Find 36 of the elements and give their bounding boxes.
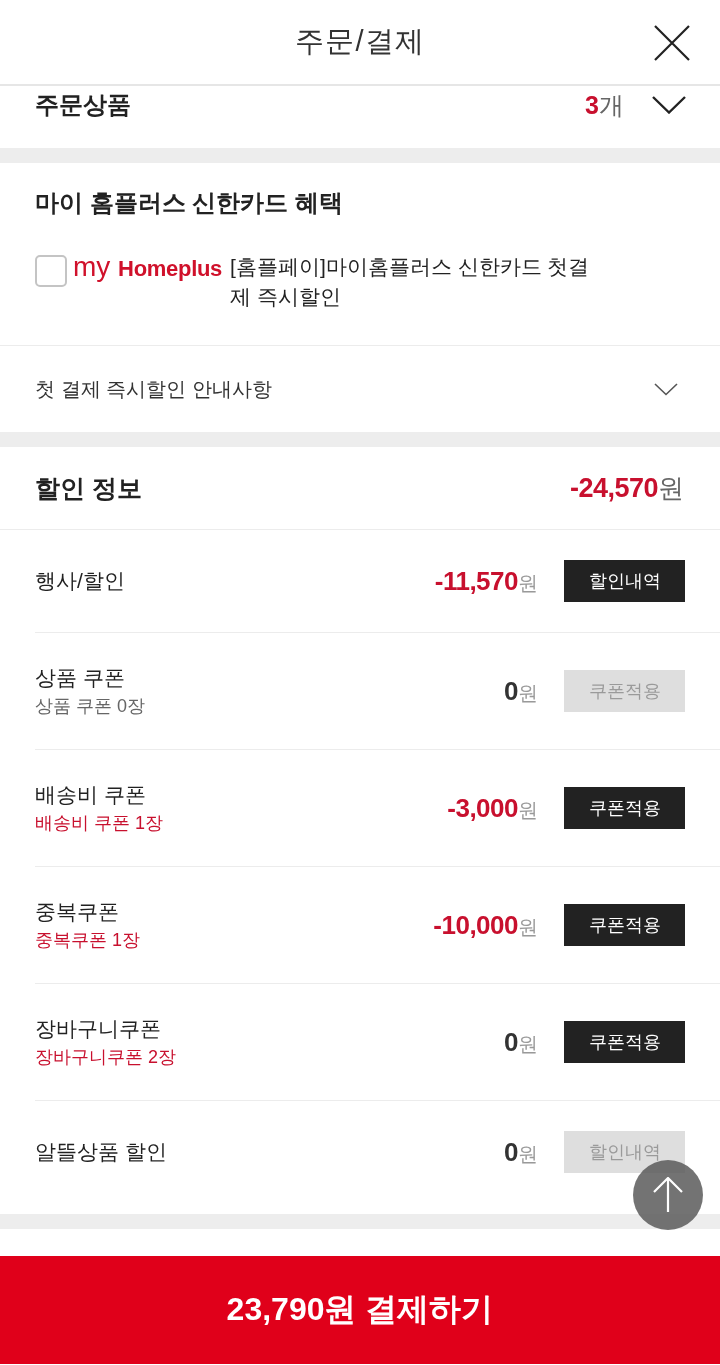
option-label[interactable]: [홈플페이]마이홈플러스 신한카드 첫결제 즉시할인 — [230, 252, 611, 312]
discount-label: 중복쿠폰 — [35, 899, 120, 925]
discount-label: 장바구니쿠폰 — [35, 1016, 162, 1042]
discount-amount: -10,000원 — [433, 909, 538, 941]
notice-label[interactable]: 첫 결제 즉시할인 안내사항 — [35, 375, 654, 403]
discount-label: 배송비 쿠폰 — [35, 782, 147, 808]
discount-label: 알뜰상품 할인 — [35, 1139, 168, 1165]
close-icon — [654, 25, 690, 61]
coupon-count: 배송비 쿠폰 1장 — [35, 812, 164, 835]
action-button[interactable]: 쿠폰적용 — [564, 904, 685, 946]
discount-amount: 0원 — [504, 675, 538, 707]
item-count: 3개 — [585, 89, 624, 121]
section-title: 마이 홈플러스 신한카드 혜택 — [35, 188, 344, 218]
coupon-count: 중복쿠폰 1장 — [35, 929, 141, 952]
discount-amount: 0원 — [504, 1136, 538, 1168]
coupon-count: 장바구니쿠폰 2장 — [35, 1046, 177, 1069]
discount-label: 상품 쿠폰 — [35, 665, 126, 691]
coupon-count: 상품 쿠폰 0장 — [35, 695, 146, 718]
action-button[interactable]: 쿠폰적용 — [564, 787, 685, 829]
total-discount: -24,570원 — [569, 471, 684, 505]
close-button[interactable] — [654, 25, 690, 61]
checkbox[interactable] — [35, 255, 67, 287]
page-title: 주문/결제 — [295, 24, 425, 59]
chevron-down-icon[interactable] — [654, 382, 678, 396]
discount-amount: -3,000원 — [447, 792, 538, 824]
chevron-down-icon[interactable] — [652, 96, 686, 114]
discount-label: 행사/할인 — [35, 568, 126, 594]
brand-logo: my Homeplus — [73, 252, 223, 284]
arrow-up-icon — [653, 1177, 683, 1213]
action-button[interactable]: 할인내역 — [564, 560, 685, 602]
discount-amount: -11,570원 — [434, 565, 538, 597]
action-button[interactable]: 쿠폰적용 — [564, 1021, 685, 1063]
pay-button[interactable]: 23,790원 결제하기 — [0, 1256, 720, 1364]
section-title: 주문상품 — [35, 90, 132, 120]
discount-amount: 0원 — [504, 1026, 538, 1058]
section-title: 할인 정보 — [35, 472, 142, 504]
